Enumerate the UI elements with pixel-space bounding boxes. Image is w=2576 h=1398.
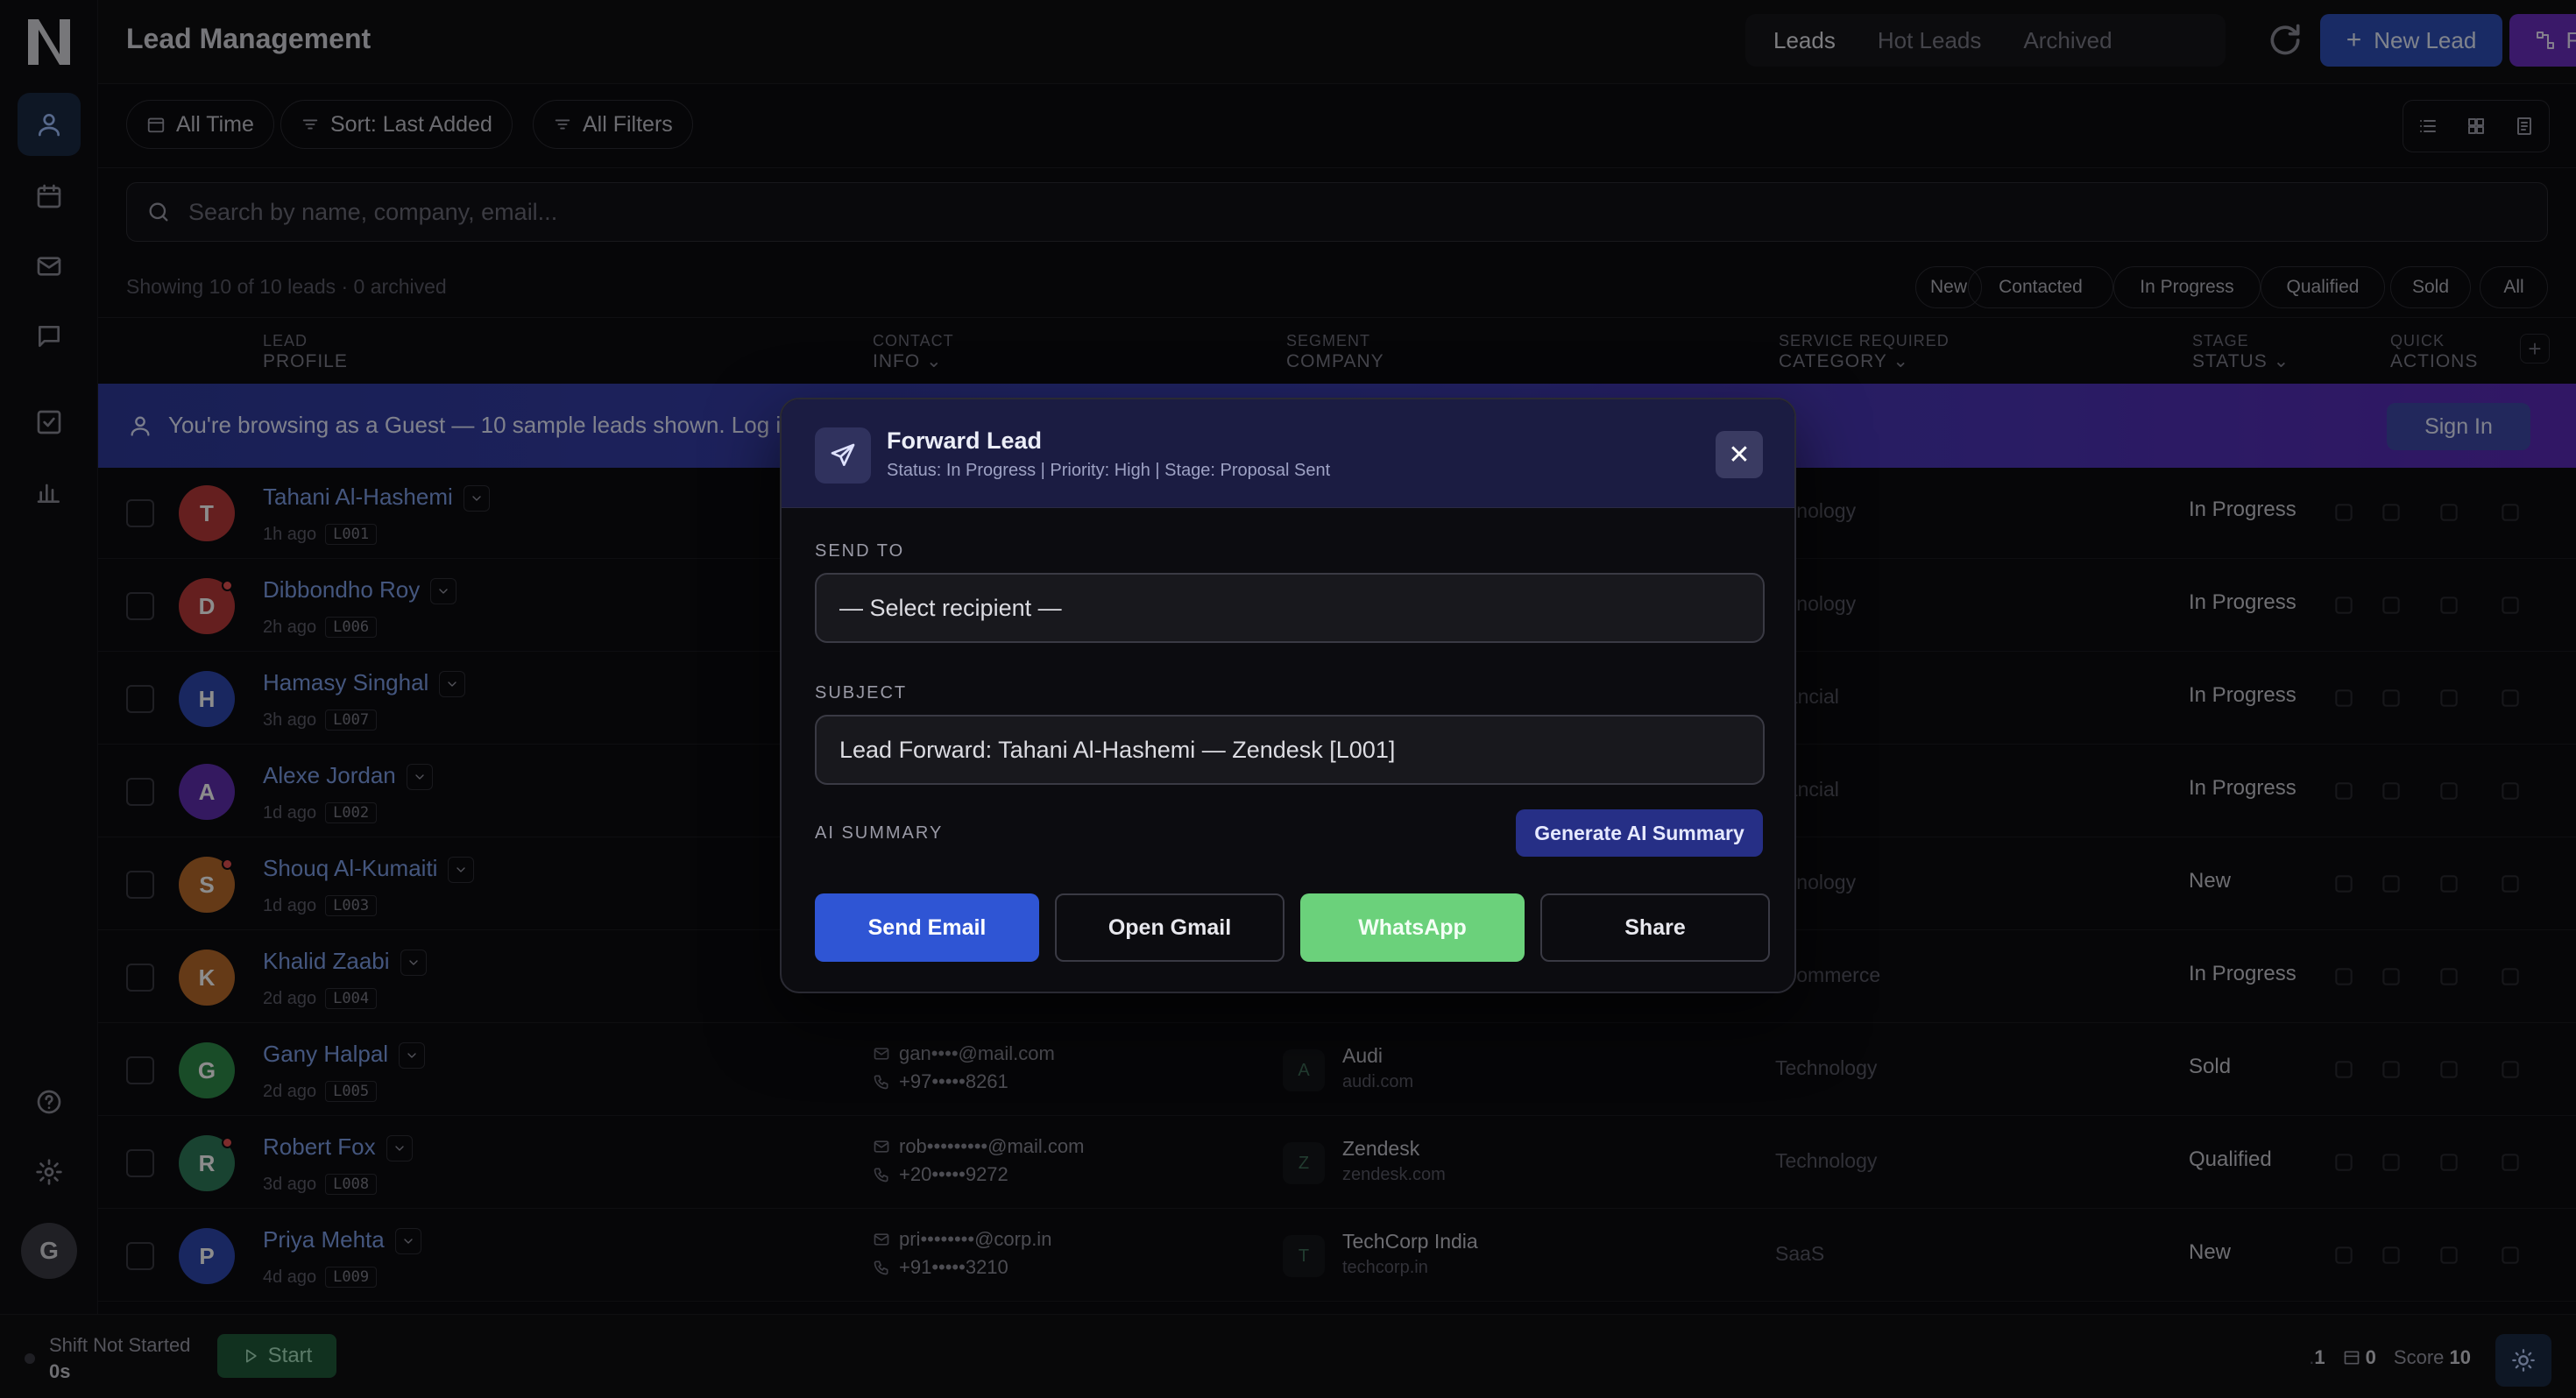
ai-summary-label: AI SUMMARY [815, 823, 944, 843]
recipient-select[interactable]: — Select recipient — [815, 573, 1765, 643]
close-button[interactable]: ✕ [1716, 431, 1763, 478]
modal-subtitle: Status: In Progress | Priority: High | S… [887, 461, 1331, 480]
subject-value: Lead Forward: Tahani Al-Hashemi — Zendes… [839, 736, 1396, 763]
send-to-label: SEND TO [815, 541, 905, 561]
send-email-button[interactable]: Send Email [815, 893, 1039, 962]
modal-title: Forward Lead [887, 427, 1043, 454]
open-gmail-button[interactable]: Open Gmail [1055, 893, 1284, 962]
subject-input[interactable]: Lead Forward: Tahani Al-Hashemi — Zendes… [815, 715, 1765, 785]
generate-ai-summary-button[interactable]: Generate AI Summary [1516, 809, 1763, 857]
share-button[interactable]: Share [1540, 893, 1770, 962]
subject-label: SUBJECT [815, 683, 908, 703]
forward-lead-modal: Forward Lead Status: In Progress | Prior… [780, 398, 1796, 993]
send-icon [815, 427, 871, 484]
close-icon: ✕ [1728, 440, 1751, 470]
whatsapp-button[interactable]: WhatsApp [1300, 893, 1525, 962]
modal-header: Forward Lead Status: In Progress | Prior… [782, 399, 1794, 508]
recipient-value: — Select recipient — [839, 594, 1062, 621]
